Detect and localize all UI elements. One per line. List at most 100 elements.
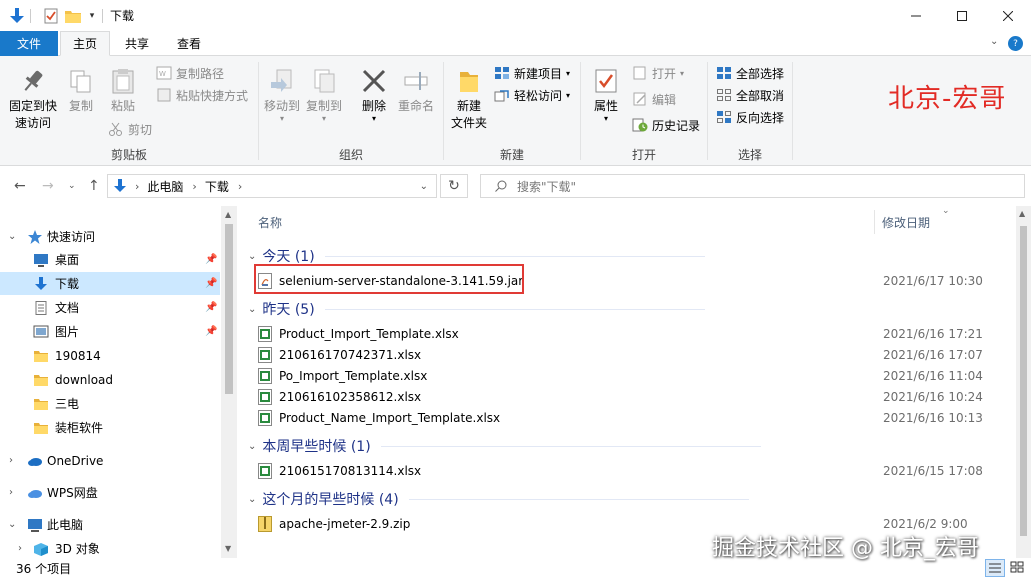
paste-button[interactable]: 粘贴 bbox=[104, 68, 142, 115]
help-icon[interactable]: ? bbox=[1008, 36, 1023, 51]
expand-chevron-icon[interactable]: › bbox=[9, 487, 13, 498]
forward-arrow-icon[interactable]: → bbox=[42, 178, 54, 194]
column-separator[interactable] bbox=[874, 210, 875, 234]
pin-to-quick-access-button[interactable]: 固定到快 速访问 bbox=[6, 68, 60, 132]
select-all-button[interactable]: 全部选择 bbox=[716, 64, 784, 82]
breadcrumb-this-pc[interactable]: 此电脑 bbox=[147, 178, 183, 195]
collapse-chevron-icon[interactable]: ⌄ bbox=[248, 441, 256, 452]
file-row[interactable]: 210616170742371.xlsx 2021/6/16 17:07 bbox=[254, 344, 984, 365]
nav-item-downloads[interactable]: 下载 📌 bbox=[0, 272, 220, 295]
close-button[interactable] bbox=[985, 0, 1031, 31]
collapse-chevron-icon[interactable]: ⌄ bbox=[248, 494, 256, 505]
folder-icon bbox=[34, 374, 48, 386]
edit-button[interactable]: 编辑 bbox=[632, 90, 676, 108]
pin-icon[interactable]: 📌 bbox=[205, 302, 217, 313]
nav-item-documents[interactable]: 文档 📌 bbox=[0, 296, 220, 319]
copy-to-button[interactable]: 复制到 ▾ bbox=[304, 68, 344, 123]
file-row[interactable]: Product_Name_Import_Template.xlsx 2021/6… bbox=[254, 407, 984, 428]
expand-chevron-icon[interactable]: › bbox=[18, 543, 22, 554]
file-row[interactable]: Po_Import_Template.xlsx 2021/6/16 11:04 bbox=[254, 365, 984, 386]
file-date: 2021/6/16 10:24 bbox=[883, 389, 983, 404]
details-view-button[interactable] bbox=[985, 559, 1005, 577]
file-row[interactable]: 210616102358612.xlsx 2021/6/16 10:24 bbox=[254, 386, 984, 407]
item-count: 36 个项目 bbox=[16, 562, 72, 576]
properties-icon[interactable] bbox=[42, 7, 60, 25]
group-header[interactable]: ⌄ 今天 (1) bbox=[248, 246, 705, 266]
nav-scrollbar-thumb[interactable] bbox=[225, 224, 233, 394]
nav-item-wps[interactable]: › WPS网盘 bbox=[0, 481, 220, 504]
nav-item-folder-software[interactable]: 装柜软件 bbox=[0, 416, 220, 439]
tab-share[interactable]: 共享 bbox=[114, 31, 160, 56]
nav-item-3d-objects[interactable]: › 3D 对象 bbox=[0, 537, 220, 560]
address-dropdown-icon[interactable]: ⌄ bbox=[420, 181, 428, 192]
rename-button[interactable]: 重命名 bbox=[396, 68, 436, 115]
scroll-up-icon[interactable]: ▲ bbox=[1019, 209, 1025, 218]
quick-access-dropdown[interactable]: ▾ bbox=[86, 7, 98, 25]
copy-path-button[interactable]: W 复制路径 bbox=[156, 64, 224, 82]
nav-scrollbar[interactable]: ▲ ▼ bbox=[221, 206, 237, 558]
easy-access-button[interactable]: 轻松访问 ▾ bbox=[494, 86, 570, 104]
minimize-button[interactable] bbox=[893, 0, 939, 31]
invert-selection-button[interactable]: 反向选择 bbox=[716, 108, 784, 126]
column-header-name[interactable]: 名称 bbox=[258, 214, 282, 231]
open-button[interactable]: 打开 ▾ bbox=[632, 64, 684, 82]
move-to-button[interactable]: 移动到 ▾ bbox=[262, 68, 302, 123]
select-none-button[interactable]: 全部取消 bbox=[716, 86, 784, 104]
file-row[interactable]: 210615170813114.xlsx 2021/6/15 17:08 bbox=[254, 460, 984, 481]
expand-chevron-icon[interactable]: › bbox=[9, 455, 13, 466]
nav-item-folder-sandian[interactable]: 三电 bbox=[0, 392, 220, 415]
breadcrumb-downloads[interactable]: 下载 bbox=[205, 178, 229, 195]
column-header-modified[interactable]: 修改日期 bbox=[882, 214, 930, 231]
tab-view[interactable]: 查看 bbox=[166, 31, 212, 56]
recent-locations-chevron-icon[interactable]: ⌄ bbox=[68, 181, 76, 191]
file-row[interactable]: Product_Import_Template.xlsx 2021/6/16 1… bbox=[254, 323, 984, 344]
scissors-icon bbox=[109, 122, 122, 136]
scroll-down-icon[interactable]: ▼ bbox=[225, 544, 231, 553]
new-folder-icon[interactable] bbox=[64, 7, 82, 25]
nav-item-pictures[interactable]: 图片 📌 bbox=[0, 320, 220, 343]
tab-file[interactable]: 文件 bbox=[0, 31, 58, 56]
nav-item-folder-download[interactable]: download bbox=[0, 368, 220, 391]
group-header[interactable]: ⌄ 昨天 (5) bbox=[248, 299, 705, 319]
new-folder-button[interactable]: 新建 文件夹 bbox=[448, 68, 490, 132]
ribbon-collapse-icon[interactable]: ⌄ bbox=[990, 36, 998, 47]
nav-item-this-pc[interactable]: ⌄ 此电脑 bbox=[0, 513, 220, 536]
down-arrow-icon[interactable] bbox=[8, 7, 26, 25]
back-arrow-icon[interactable]: ← bbox=[14, 178, 26, 194]
group-header[interactable]: ⌄ 本周早些时候 (1) bbox=[248, 436, 761, 456]
expand-chevron-icon[interactable]: ⌄ bbox=[8, 231, 16, 242]
search-box[interactable]: 搜索"下载" bbox=[480, 174, 1025, 198]
nav-item-onedrive[interactable]: › OneDrive bbox=[0, 449, 220, 472]
history-button[interactable]: 历史记录 bbox=[632, 116, 700, 134]
file-row[interactable]: selenium-server-standalone-3.141.59.jar … bbox=[254, 270, 984, 291]
new-item-button[interactable]: 新建项目 ▾ bbox=[494, 64, 570, 82]
nav-item-quick-access[interactable]: ⌄ 快速访问 bbox=[0, 225, 220, 248]
copy-button[interactable]: 复制 bbox=[64, 68, 98, 115]
pin-icon[interactable]: 📌 bbox=[205, 254, 217, 265]
toolbar-divider bbox=[101, 7, 103, 25]
nav-item-desktop[interactable]: 桌面 📌 bbox=[0, 248, 220, 271]
address-bar[interactable]: › 此电脑 › 下载 › ⌄ bbox=[107, 174, 437, 198]
scroll-up-icon[interactable]: ▲ bbox=[225, 210, 231, 219]
collapse-chevron-icon[interactable]: ⌄ bbox=[248, 304, 256, 315]
expand-chevron-icon[interactable]: ⌄ bbox=[8, 519, 16, 530]
content-scrollbar[interactable]: ▲ bbox=[1016, 206, 1031, 558]
properties-button[interactable]: 属性 ▾ bbox=[588, 68, 624, 123]
close-icon bbox=[1003, 10, 1013, 21]
folder-icon bbox=[460, 72, 478, 92]
pin-icon[interactable]: 📌 bbox=[205, 326, 217, 337]
collapse-chevron-icon[interactable]: ⌄ bbox=[248, 251, 256, 262]
pin-icon[interactable]: 📌 bbox=[205, 278, 217, 289]
tab-home[interactable]: 主页 bbox=[60, 31, 110, 56]
cut-button[interactable]: 剪切 bbox=[108, 120, 152, 138]
nav-item-folder-190814[interactable]: 190814 bbox=[0, 344, 220, 367]
excel-file-icon bbox=[258, 325, 272, 342]
paste-shortcut-button[interactable]: 粘贴快捷方式 bbox=[156, 86, 248, 104]
maximize-button[interactable] bbox=[939, 0, 985, 31]
large-icons-view-button[interactable] bbox=[1008, 559, 1028, 577]
content-scrollbar-thumb[interactable] bbox=[1020, 226, 1027, 536]
delete-button[interactable]: 删除 ▾ bbox=[356, 68, 392, 123]
refresh-button[interactable]: ↻ bbox=[440, 174, 468, 198]
up-arrow-icon[interactable]: ↑ bbox=[88, 178, 100, 194]
group-header[interactable]: ⌄ 这个月的早些时候 (4) bbox=[248, 489, 749, 509]
